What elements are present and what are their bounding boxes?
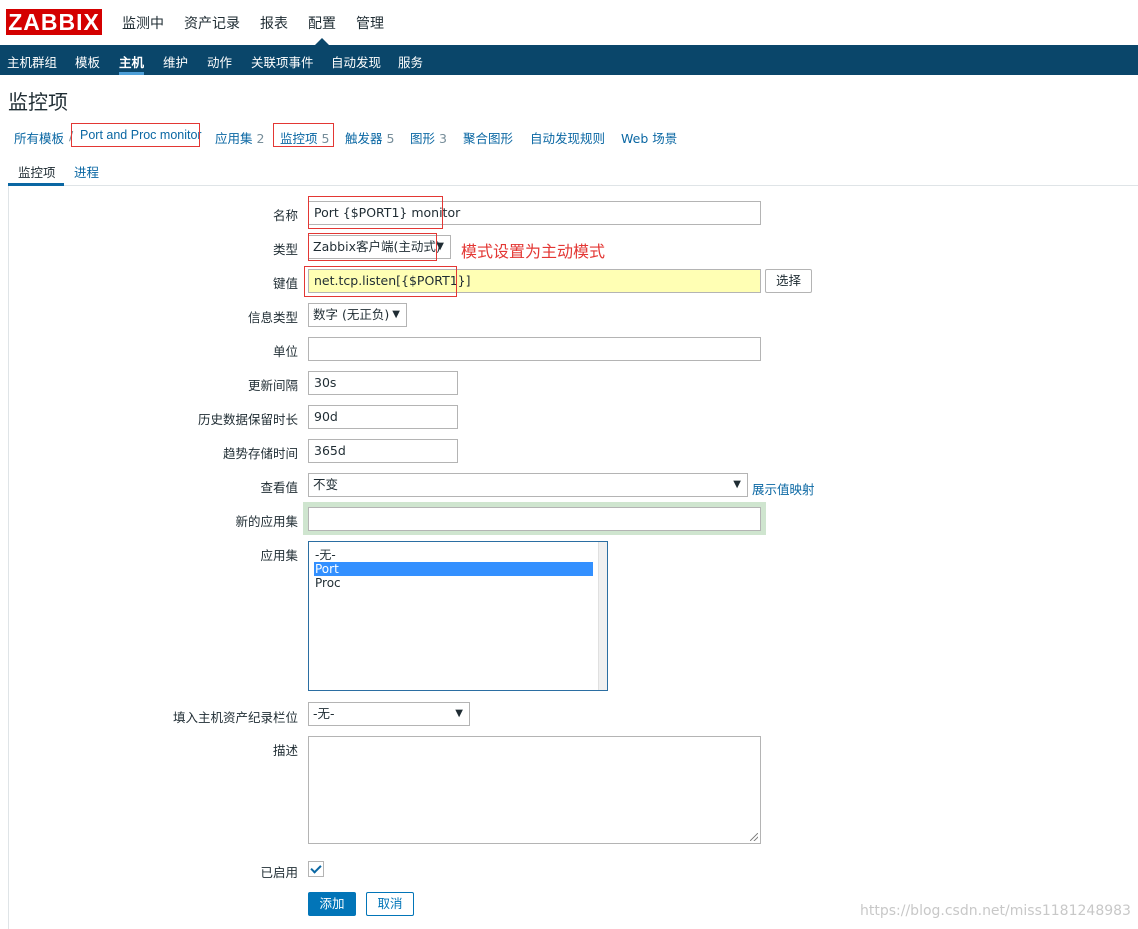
enabled-checkbox[interactable] [308, 861, 324, 877]
description-textarea[interactable] [308, 736, 761, 844]
resize-handle-icon[interactable] [750, 833, 758, 841]
history-field[interactable]: 90d [308, 405, 458, 429]
applications-label: 应用集 [260, 548, 298, 563]
top-menu: 监测中 资产记录 报表 配置 管理 [122, 13, 404, 33]
applications-listbox[interactable]: -无- Port Proc [308, 541, 608, 691]
page-title: 监控项 [8, 90, 68, 114]
watermark: https://blog.csdn.net/miss1181248983 [860, 903, 1131, 919]
units-field[interactable] [308, 337, 761, 361]
new-application-label: 新的应用集 [235, 514, 298, 529]
history-label: 历史数据保留时长 [197, 412, 298, 427]
interval-field[interactable]: 30s [308, 371, 458, 395]
top-header: ZABBIX 监测中 资产记录 报表 配置 管理 [0, 0, 1138, 45]
breadcrumb: 所有模板 / Port and Proc monitor 应用集 2 监控项 5… [0, 121, 1138, 153]
application-option-proc[interactable]: Proc [314, 576, 593, 590]
key-field[interactable]: net.tcp.listen[{$PORT1}] [308, 269, 761, 293]
show-value-select-value: 不变 [313, 477, 339, 492]
breadcrumb-template[interactable]: Port and Proc monitor [80, 128, 202, 142]
show-value-select[interactable]: 不变 ▼ [308, 473, 748, 497]
breadcrumb-discovery-rules[interactable]: 自动发现规则 [530, 128, 605, 147]
top-menu-administration[interactable]: 管理 [356, 13, 384, 33]
sub-menu-discovery[interactable]: 自动发现 [331, 52, 381, 71]
breadcrumb-applications[interactable]: 应用集 2 [215, 128, 264, 147]
key-label: 键值 [272, 276, 298, 291]
sub-menu-actions[interactable]: 动作 [207, 52, 232, 71]
type-select[interactable]: Zabbix客户端(主动式) ▼ [308, 235, 451, 259]
name-label: 名称 [272, 208, 298, 223]
application-option-none[interactable]: -无- [314, 548, 593, 562]
top-menu-monitoring[interactable]: 监测中 [122, 13, 164, 33]
top-menu-inventory[interactable]: 资产记录 [184, 13, 240, 33]
key-select-button[interactable]: 选择 [765, 269, 812, 293]
type-select-value: Zabbix客户端(主动式) [313, 239, 441, 254]
zabbix-logo[interactable]: ZABBIX [6, 9, 102, 35]
trends-field[interactable]: 365d [308, 439, 458, 463]
breadcrumb-triggers-label: 触发器 [345, 131, 383, 146]
new-application-field[interactable] [308, 507, 761, 531]
breadcrumb-graphs-count: 3 [439, 131, 447, 146]
breadcrumb-graphs[interactable]: 图形 3 [410, 128, 447, 147]
active-menu-caret-icon [315, 38, 329, 45]
breadcrumb-separator: / [69, 128, 74, 143]
show-value-dropdown-arrow-icon: ▼ [733, 479, 741, 490]
applications-scrollbar[interactable] [598, 542, 607, 690]
form-tabs: 监控项 进程 [8, 156, 1138, 186]
breadcrumb-triggers-count: 5 [386, 131, 395, 146]
inventory-dropdown-arrow-icon: ▼ [455, 708, 463, 719]
info-type-select[interactable]: 数字 (无正负) ▼ [308, 303, 407, 327]
value-mapping-link[interactable]: 展示值映射 [752, 479, 815, 498]
sub-menu-services[interactable]: 服务 [398, 52, 423, 71]
description-label: 描述 [272, 743, 298, 758]
inventory-select[interactable]: -无- ▼ [308, 702, 470, 726]
add-button[interactable]: 添加 [308, 892, 356, 916]
breadcrumb-applications-count: 2 [256, 131, 265, 146]
active-mode-annotation: 模式设置为主动模式 [461, 242, 606, 261]
sub-menu-maintenance[interactable]: 维护 [163, 52, 188, 71]
breadcrumb-web-scenarios[interactable]: Web 场景 [621, 128, 677, 147]
sub-menu-host-groups[interactable]: 主机群组 [7, 52, 57, 71]
cancel-button[interactable]: 取消 [366, 892, 414, 916]
type-label: 类型 [272, 242, 298, 257]
top-menu-reports[interactable]: 报表 [260, 13, 288, 33]
breadcrumb-items[interactable]: 监控项 5 [280, 128, 329, 147]
breadcrumb-applications-label: 应用集 [215, 131, 253, 146]
type-dropdown-arrow-icon: ▼ [436, 241, 444, 252]
top-menu-configuration[interactable]: 配置 [308, 13, 336, 33]
sub-menu-correlation[interactable]: 关联项事件 [251, 52, 314, 71]
breadcrumb-items-label: 监控项 [280, 131, 318, 146]
breadcrumb-triggers[interactable]: 触发器 5 [345, 128, 394, 147]
enabled-label: 已启用 [260, 865, 298, 880]
info-type-label: 信息类型 [247, 310, 298, 325]
sub-menu: 主机群组 模板 主机 维护 动作 关联项事件 自动发现 服务 [0, 45, 1138, 75]
active-sub-menu-indicator [119, 72, 144, 75]
tab-preprocessing[interactable]: 进程 [74, 162, 99, 181]
breadcrumb-graphs-label: 图形 [410, 131, 436, 146]
checkmark-icon [310, 862, 322, 874]
inventory-label: 填入主机资产纪录栏位 [172, 710, 298, 725]
show-value-label: 查看值 [260, 480, 298, 495]
active-tab-indicator [8, 183, 64, 186]
application-option-port[interactable]: Port [314, 562, 593, 576]
breadcrumb-all-templates[interactable]: 所有模板 [14, 128, 64, 147]
inventory-select-value: -无- [313, 706, 335, 721]
tab-item[interactable]: 监控项 [18, 162, 56, 181]
sub-menu-hosts[interactable]: 主机 [119, 52, 144, 71]
interval-label: 更新间隔 [247, 378, 298, 393]
breadcrumb-items-count: 5 [321, 131, 330, 146]
trends-label: 趋势存储时间 [222, 446, 298, 461]
sub-menu-templates[interactable]: 模板 [75, 52, 100, 71]
info-type-select-value: 数字 (无正负) [313, 307, 390, 322]
breadcrumb-screens[interactable]: 聚合图形 [463, 128, 513, 147]
info-type-dropdown-arrow-icon: ▼ [392, 309, 400, 320]
units-label: 单位 [272, 344, 298, 359]
name-field[interactable]: Port {$PORT1} monitor [308, 201, 761, 225]
